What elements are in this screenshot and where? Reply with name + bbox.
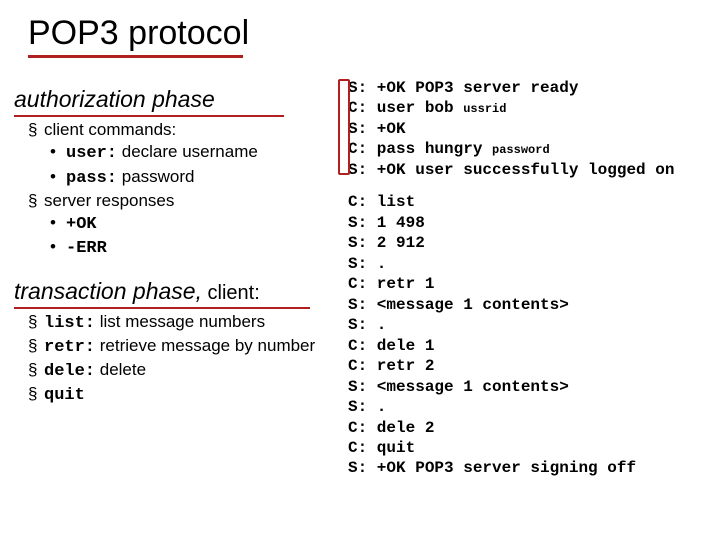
list-item: +OK [50,212,348,235]
transcript-line: C: dele 2 [348,419,434,437]
slide-title: POP3 protocol [28,14,702,53]
list-item: quit [28,383,348,406]
transcript-line: S: +OK POP3 server signing off [348,459,636,477]
transcript-line: C: list [348,193,415,211]
sub-list: +OK -ERR [50,212,348,260]
transcript-line: C: dele 1 [348,337,434,355]
sub-list: user: declare username pass: password [50,141,348,189]
trans-bullets: list: list message numbers retr: retriev… [28,311,348,407]
cmd: +OK [66,215,97,234]
list-item: -ERR [50,236,348,259]
phase-heading-tail: client: [202,282,260,304]
transcript-line: S: <message 1 contents> [348,378,569,396]
cmd: quit [44,386,85,405]
cmd: list: [44,314,95,333]
transcript-line: S: 2 912 [348,234,425,252]
left-column: authorization phase client commands: use… [28,76,348,415]
transcript-line: C: retr 1 [348,275,434,293]
cmd-desc: delete [95,360,146,379]
cmd: user: [66,144,117,163]
transcript-line: C: quit [348,439,415,457]
phase-heading-italic: transaction phase, [14,278,202,304]
transcript-line: S: +OK user successfully logged on [348,161,674,179]
phase-trans-underline [14,307,310,309]
cmd-desc: retrieve message by number [95,336,315,355]
cmd: pass: [66,169,117,188]
list-item: dele: delete [28,359,348,382]
slide: POP3 protocol authorization phase client… [0,0,720,540]
transcript-line: S: . [348,316,386,334]
content-columns: authorization phase client commands: use… [28,76,702,491]
list-item: list: list message numbers [28,311,348,334]
transcript-line: S: +OK [348,120,406,138]
auth-bullets: client commands: user: declare username … [28,119,348,260]
transcript-line: C: pass hungry [348,140,492,158]
list-item: user: declare username [50,141,348,164]
phase-trans-heading: transaction phase, client: [14,278,260,305]
transcript-line: S: . [348,255,386,273]
phase-auth-heading: authorization phase [14,86,215,113]
right-column: S: +OK POP3 server ready C: user bob uss… [348,76,702,491]
cmd-desc: password [117,167,194,186]
cmd: -ERR [66,239,107,258]
auth-transcript: S: +OK POP3 server ready C: user bob uss… [348,78,702,180]
cmd-desc: declare username [117,142,258,161]
bullet-text: client commands: [44,120,176,139]
title-underline [28,55,243,58]
phase-auth-underline [14,115,284,117]
bullet-text: server responses [44,191,174,210]
highlight-box [338,79,350,175]
cmd-desc: list message numbers [95,312,265,331]
transcript-line: S: +OK POP3 server ready [348,79,578,97]
transcript-note: password [492,143,550,157]
transcript-line: S: . [348,398,386,416]
list-item: client commands: user: declare username … [28,119,348,189]
cmd: retr: [44,338,95,357]
list-item: retr: retrieve message by number [28,335,348,358]
transcript-note: ussrid [463,102,506,116]
transcript-line: S: <message 1 contents> [348,296,569,314]
list-item: pass: password [50,166,348,189]
transcript-line: C: retr 2 [348,357,434,375]
cmd: dele: [44,362,95,381]
transcript-line: C: user bob [348,99,463,117]
transcript-line: S: 1 498 [348,214,425,232]
trans-transcript: C: list S: 1 498 S: 2 912 S: . C: retr 1… [348,192,702,479]
list-item: server responses +OK -ERR [28,190,348,260]
